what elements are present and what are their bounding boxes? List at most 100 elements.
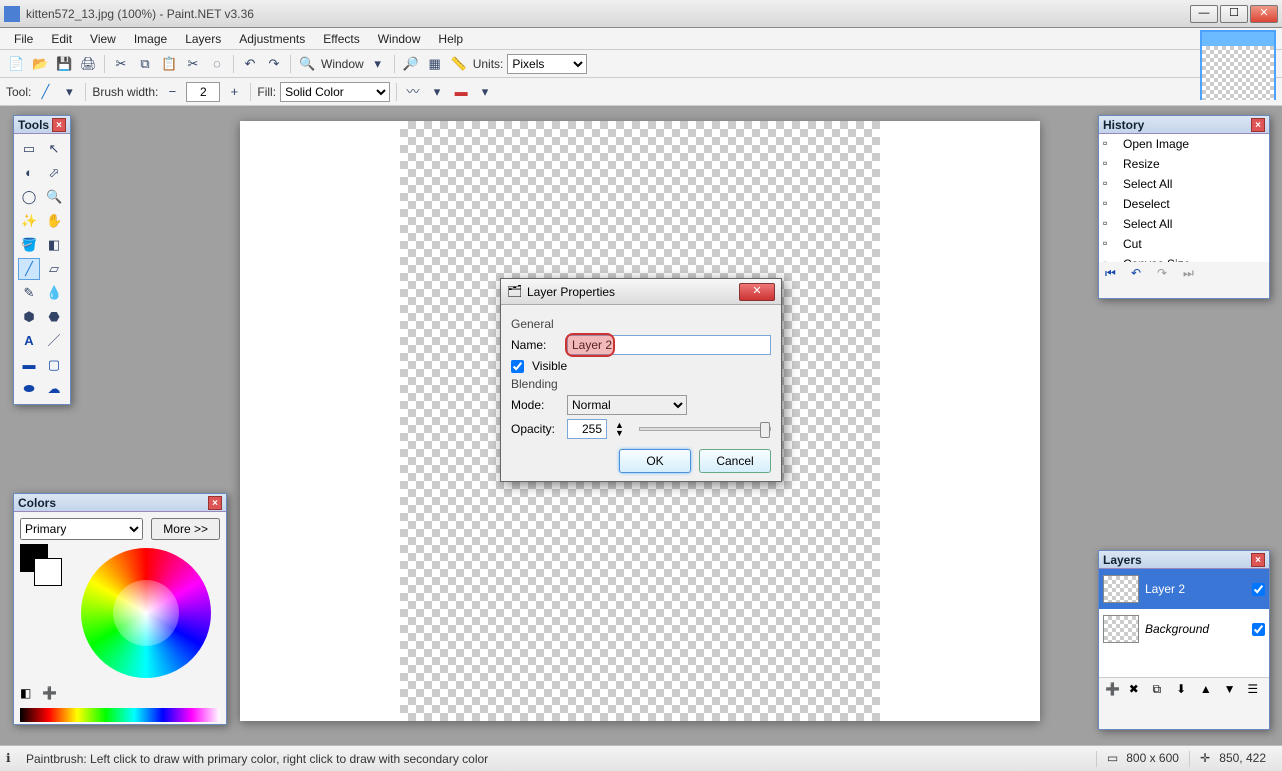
history-item[interactable]: ▫Resize	[1099, 154, 1269, 174]
colors-panel-close[interactable]: ×	[208, 496, 222, 510]
maximize-button[interactable]: ☐	[1220, 5, 1248, 23]
move-layer-down-icon[interactable]: ▼	[1224, 682, 1240, 698]
gradient-tool[interactable]: ◧	[43, 234, 65, 256]
magic-wand-tool[interactable]: ✨	[18, 210, 40, 232]
history-redo-icon[interactable]: ↷	[1157, 266, 1173, 282]
delete-layer-icon[interactable]: ✖	[1129, 682, 1145, 698]
text-tool[interactable]: A	[18, 330, 40, 352]
layer-name-input[interactable]	[567, 335, 771, 355]
menu-file[interactable]: File	[6, 30, 41, 48]
layer-row[interactable]: Background	[1099, 609, 1269, 649]
zoom-dropdown[interactable]: ▾	[368, 54, 388, 74]
pencil-tool[interactable]: ✎	[18, 282, 40, 304]
move-layer-up-icon[interactable]: ▲	[1200, 682, 1216, 698]
color-picker-tool[interactable]: 💧	[43, 282, 65, 304]
opacity-input[interactable]	[567, 419, 607, 439]
pan-tool[interactable]: ✋	[43, 210, 65, 232]
freeform-tool[interactable]: ☁	[43, 378, 65, 400]
undo-button[interactable]: ↶	[240, 54, 260, 74]
opacity-stepper[interactable]: ▲▼	[615, 421, 631, 437]
menu-help[interactable]: Help	[430, 30, 471, 48]
layer-visible-checkbox[interactable]	[1252, 623, 1265, 636]
paint-bucket-tool[interactable]: 🪣	[18, 234, 40, 256]
brush-width-increase[interactable]: +	[224, 82, 244, 102]
ruler-button[interactable]: 📏	[449, 54, 469, 74]
minimize-button[interactable]: —	[1190, 5, 1218, 23]
eraser-tool[interactable]: ▱	[43, 258, 65, 280]
history-item[interactable]: ▫Select All	[1099, 214, 1269, 234]
rectangle-tool[interactable]: ▬	[18, 354, 40, 376]
color-swatches[interactable]	[20, 544, 64, 588]
print-button[interactable]: 🖨	[78, 54, 98, 74]
clone-stamp-tool[interactable]: ⬢	[18, 306, 40, 328]
cancel-button[interactable]: Cancel	[699, 449, 771, 473]
recolor-tool[interactable]: ⬣	[43, 306, 65, 328]
tools-panel-close[interactable]: ×	[52, 118, 66, 132]
layer-visible-checkbox[interactable]	[1252, 583, 1265, 596]
open-file-button[interactable]: 📂	[30, 54, 50, 74]
antialias-button[interactable]: 〰	[403, 82, 423, 102]
ok-button[interactable]: OK	[619, 449, 691, 473]
history-item[interactable]: ▫Deselect	[1099, 194, 1269, 214]
ellipse-tool[interactable]: ⬬	[18, 378, 40, 400]
history-rewind-icon[interactable]: ⏮	[1105, 266, 1121, 282]
zoom-fit-button[interactable]: 🔎	[401, 54, 421, 74]
history-forward-icon[interactable]: ⏭	[1183, 266, 1199, 282]
zoom-tool[interactable]: 🔍	[43, 186, 65, 208]
paintbrush-tool[interactable]: ╱	[18, 258, 40, 280]
crop-button[interactable]: ✂	[183, 54, 203, 74]
history-item[interactable]: ▫Cut	[1099, 234, 1269, 254]
menu-view[interactable]: View	[82, 30, 124, 48]
move-selection-tool[interactable]: ⬀	[43, 162, 65, 184]
dialog-close-button[interactable]: ✕	[739, 283, 775, 301]
layer-properties-icon[interactable]: ☰	[1247, 682, 1263, 698]
units-select[interactable]: Pixels	[507, 54, 587, 74]
redo-button[interactable]: ↷	[264, 54, 284, 74]
add-layer-icon[interactable]: ➕	[1105, 682, 1121, 698]
history-item[interactable]: ▫Canvas Size	[1099, 254, 1269, 262]
history-undo-icon[interactable]: ↶	[1131, 266, 1147, 282]
close-button[interactable]: ✕	[1250, 5, 1278, 23]
color-mode-button[interactable]: ▬	[451, 82, 471, 102]
move-tool[interactable]: ↖	[43, 138, 65, 160]
grid-button[interactable]: ▦	[425, 54, 445, 74]
color-mode-dropdown[interactable]: ▾	[475, 82, 495, 102]
blend-button[interactable]: ▾	[427, 82, 447, 102]
blend-mode-select[interactable]: Normal	[567, 395, 687, 415]
layer-row[interactable]: Layer 2	[1099, 569, 1269, 609]
rounded-rect-tool[interactable]: ▢	[43, 354, 65, 376]
history-list[interactable]: ▫Open Image▫Resize▫Select All▫Deselect▫S…	[1099, 134, 1269, 262]
deselect-button[interactable]: ◌	[207, 54, 227, 74]
opacity-slider[interactable]	[639, 427, 771, 431]
duplicate-layer-icon[interactable]: ⧉	[1152, 682, 1168, 698]
menu-effects[interactable]: Effects	[315, 30, 367, 48]
menu-adjustments[interactable]: Adjustments	[231, 30, 313, 48]
save-button[interactable]: 💾	[54, 54, 74, 74]
palette-toggle-icon[interactable]: ◧	[20, 686, 36, 702]
brush-width-decrease[interactable]: −	[162, 82, 182, 102]
opacity-slider-thumb[interactable]	[760, 422, 770, 438]
ellipse-select-tool[interactable]: ◯	[18, 186, 40, 208]
zoom-icon[interactable]: 🔍	[297, 54, 317, 74]
lasso-tool[interactable]: ◐	[18, 162, 40, 184]
new-file-button[interactable]: 📄	[6, 54, 26, 74]
current-tool-icon[interactable]: ╱	[35, 82, 55, 102]
menu-image[interactable]: Image	[126, 30, 175, 48]
cut-button[interactable]: ✂	[111, 54, 131, 74]
menu-layers[interactable]: Layers	[177, 30, 229, 48]
secondary-color-swatch[interactable]	[34, 558, 62, 586]
color-palette-strip[interactable]	[20, 708, 220, 722]
history-item[interactable]: ▫Open Image	[1099, 134, 1269, 154]
layers-list[interactable]: Layer 2Background	[1099, 569, 1269, 677]
tool-dropdown[interactable]: ▾	[59, 82, 79, 102]
brush-width-input[interactable]	[186, 82, 220, 102]
line-tool[interactable]: ／	[43, 330, 65, 352]
layers-panel-close[interactable]: ×	[1251, 553, 1265, 567]
paste-button[interactable]: 📋	[159, 54, 179, 74]
fill-select[interactable]: Solid Color	[280, 82, 390, 102]
menu-edit[interactable]: Edit	[43, 30, 80, 48]
rect-select-tool[interactable]: ▭	[18, 138, 40, 160]
colors-more-button[interactable]: More >>	[151, 518, 220, 540]
merge-layer-icon[interactable]: ⬇	[1176, 682, 1192, 698]
add-color-icon[interactable]: ➕	[42, 686, 58, 702]
